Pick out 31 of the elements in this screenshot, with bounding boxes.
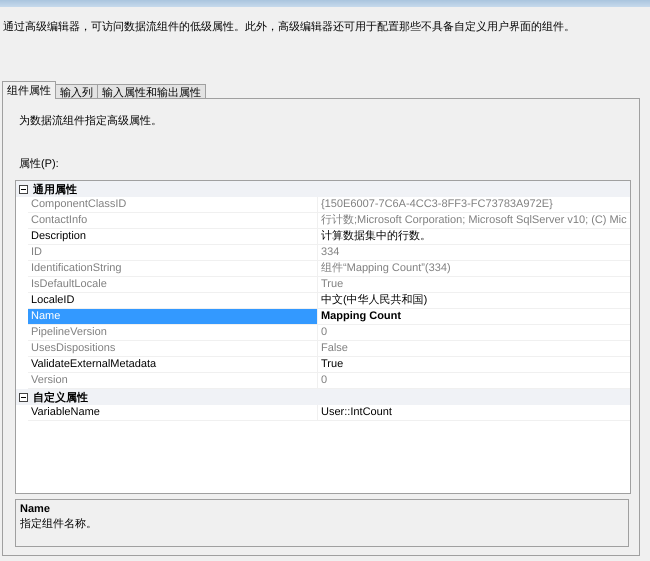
help-text: 指定组件名称。: [20, 516, 98, 531]
help-title: Name: [20, 503, 51, 515]
property-value[interactable]: 0: [318, 373, 630, 388]
property-value[interactable]: {150E6007-7C6A-4CC3-8FF3-FC73783A972E}: [318, 197, 630, 212]
category-label: 自定义属性: [33, 390, 88, 404]
property-value[interactable]: False: [318, 341, 630, 356]
tab[interactable]: 组件属性: [2, 81, 56, 99]
property-value[interactable]: 334: [318, 245, 630, 260]
panel-caption: 为数据流组件指定高级属性。: [19, 114, 163, 128]
property-value[interactable]: 组件“Mapping Count”(334): [318, 261, 630, 276]
property-value[interactable]: User::IntCount: [318, 405, 630, 420]
category-row[interactable]: 通用属性: [16, 181, 630, 197]
property-value[interactable]: True: [318, 357, 630, 372]
tab[interactable]: 输入列: [55, 84, 98, 99]
category-label: 通用属性: [33, 182, 77, 196]
property-name[interactable]: Version: [28, 373, 318, 388]
properties-label: 属性(P):: [19, 157, 60, 171]
property-value[interactable]: 中文(中华人民共和国): [318, 293, 630, 308]
property-value[interactable]: True: [318, 277, 630, 292]
category-row[interactable]: 自定义属性: [16, 389, 630, 405]
collapse-icon[interactable]: [19, 392, 28, 402]
property-value[interactable]: 计算数据集中的行数。: [318, 229, 630, 244]
property-value[interactable]: 行计数;Microsoft Corporation; Microsoft SqlServer v10; (C) Mic: [318, 213, 630, 228]
property-name[interactable]: ValidateExternalMetadata: [28, 357, 318, 372]
property-name[interactable]: VariableName: [28, 405, 318, 420]
property-value[interactable]: Mapping Count: [318, 309, 630, 324]
intro-text: 通过高级编辑器，可访问数据流组件的低级属性。此外，高级编辑器还可用于配置那些不具备自定义用户界面的组件。: [2, 20, 576, 35]
property-name[interactable]: Name: [28, 309, 318, 324]
tab[interactable]: 输入属性和输出属性: [97, 84, 206, 99]
collapse-icon[interactable]: [19, 184, 28, 194]
property-value[interactable]: 0: [318, 325, 630, 340]
